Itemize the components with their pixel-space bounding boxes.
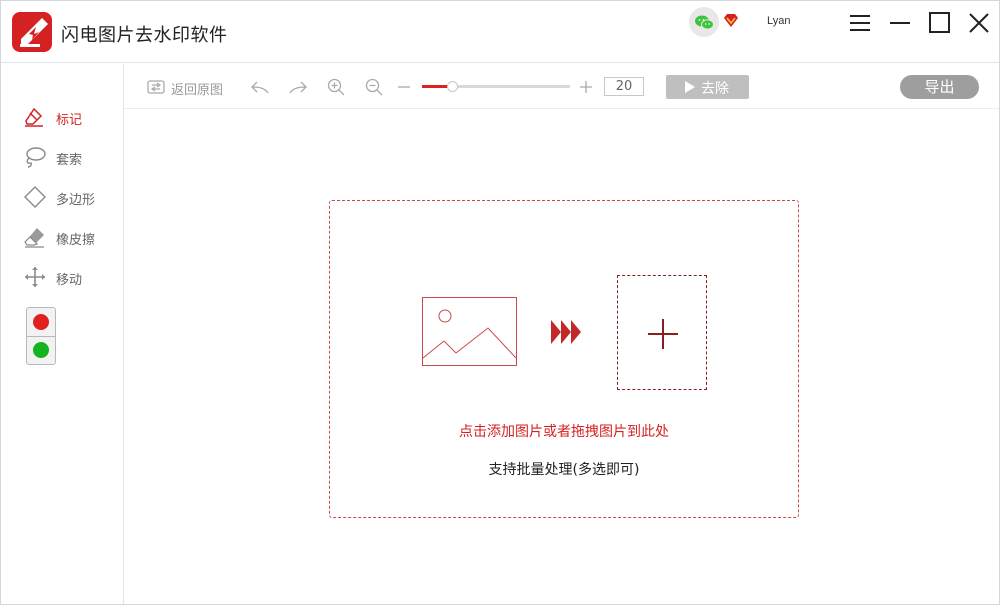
app-logo-icon: [12, 12, 52, 52]
move-icon: [23, 266, 47, 288]
color-toggle: [26, 307, 56, 365]
tool-label: 套索: [56, 153, 83, 168]
lasso-icon: [23, 146, 47, 168]
green-color-button[interactable]: [33, 342, 49, 358]
vip-badge-icon[interactable]: [722, 12, 740, 30]
close-icon[interactable]: [967, 11, 991, 35]
batch-hint: 支持批量处理(多选即可): [488, 462, 640, 478]
undo-icon[interactable]: [250, 77, 270, 97]
remove-label: 去除: [701, 81, 729, 97]
title-bar: 闪电图片去水印软件 Lyan: [1, 1, 999, 63]
plus-icon-bar: [648, 333, 678, 335]
redo-icon[interactable]: [288, 77, 308, 97]
app-title: 闪电图片去水印软件: [61, 25, 228, 46]
minimize-icon[interactable]: [888, 11, 912, 35]
fast-forward-icon: [551, 320, 583, 348]
tool-marker[interactable]: 标记: [23, 106, 118, 128]
drop-hint: 点击添加图片或者拖拽图片到此处: [459, 424, 669, 440]
tool-polygon[interactable]: 多边形: [23, 186, 118, 208]
tool-label: 移动: [56, 273, 83, 288]
image-drop-zone[interactable]: 点击添加图片或者拖拽图片到此处 支持批量处理(多选即可): [329, 200, 799, 518]
play-icon: [685, 81, 695, 93]
polygon-icon: [23, 186, 47, 208]
wechat-icon[interactable]: [689, 7, 719, 37]
brush-size-input[interactable]: 20: [604, 77, 644, 96]
brush-increase-icon[interactable]: [578, 77, 594, 97]
zoom-in-icon[interactable]: [326, 77, 346, 97]
brush-decrease-icon[interactable]: [396, 77, 412, 97]
back-to-original-icon[interactable]: [146, 77, 166, 97]
tool-label: 标记: [56, 113, 83, 128]
app-window: 闪电图片去水印软件 Lyan 标记 套索 多边形 橡皮擦 移动 返回原图 20 …: [0, 0, 1000, 605]
slider-thumb[interactable]: [447, 81, 458, 92]
marker-icon: [23, 106, 47, 128]
tool-eraser[interactable]: 橡皮擦: [23, 226, 118, 248]
remove-button[interactable]: 去除: [666, 75, 749, 99]
tool-sidebar: 标记 套索 多边形 橡皮擦 移动: [1, 64, 124, 604]
export-button[interactable]: 导出: [900, 75, 979, 99]
back-to-original-button[interactable]: 返回原图: [171, 79, 223, 98]
maximize-icon[interactable]: [928, 11, 952, 35]
tool-move[interactable]: 移动: [23, 266, 118, 288]
brush-size-slider[interactable]: [422, 81, 570, 92]
toolbar: 返回原图 20 去除 导出: [125, 64, 999, 109]
tool-label: 多边形: [56, 193, 96, 208]
add-image-button[interactable]: [617, 275, 707, 390]
picture-icon: [422, 297, 518, 371]
username[interactable]: Lyan: [767, 15, 790, 27]
tool-lasso[interactable]: 套索: [23, 146, 118, 168]
divider: [27, 336, 55, 337]
red-color-button[interactable]: [33, 314, 49, 330]
eraser-icon: [23, 226, 47, 248]
zoom-out-icon[interactable]: [364, 77, 384, 97]
tool-label: 橡皮擦: [56, 233, 96, 248]
menu-icon[interactable]: [848, 11, 872, 35]
